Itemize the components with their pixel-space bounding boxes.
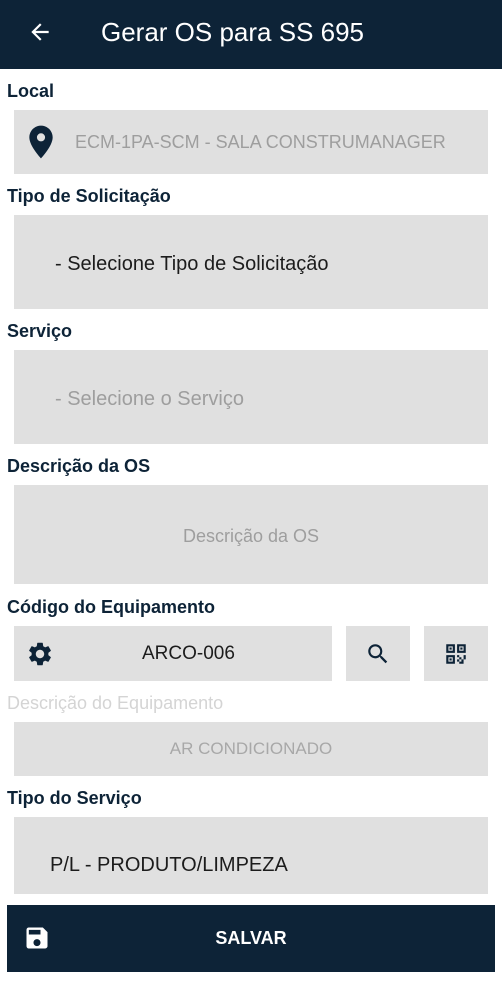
descricao-equipamento-label: Descrição do Equipamento	[7, 693, 224, 713]
tipo-solicitacao-label: Tipo de Solicitação	[7, 186, 171, 206]
codigo-equipamento-label: Código do Equipamento	[7, 597, 215, 617]
gear-icon	[29, 642, 51, 666]
servico-label: Serviço	[7, 321, 73, 341]
codigo-equipamento-value: ARCO-006	[142, 643, 235, 664]
tipo-servico-label: Tipo do Serviço	[7, 788, 142, 808]
servico-select[interactable]: - Selecione o Serviço	[14, 350, 488, 444]
save-button[interactable]: SALVAR	[7, 905, 495, 972]
back-button[interactable]	[22, 14, 58, 50]
qr-scan-button[interactable]	[424, 626, 488, 681]
descricao-os-input[interactable]: Descrição da OS	[14, 485, 488, 584]
qr-code-icon	[446, 643, 466, 664]
arrow-left-icon	[31, 23, 49, 41]
descricao-os-placeholder: Descrição da OS	[182, 526, 320, 546]
tipo-servico-select[interactable]: P/L - PRODUTO/LIMPEZA	[14, 817, 488, 894]
location-pin-icon	[29, 125, 53, 159]
tipo-servico-value: P/L - PRODUTO/LIMPEZA	[50, 854, 288, 876]
codigo-equipamento-input[interactable]: ARCO-006	[14, 626, 332, 681]
local-label: Local	[7, 81, 55, 101]
save-button-label: SALVAR	[215, 928, 287, 948]
page-title: Gerar OS para SS 695	[101, 17, 365, 47]
tipo-solicitacao-value: - Selecione Tipo de Solicitação	[55, 253, 329, 275]
tipo-solicitacao-select[interactable]: - Selecione Tipo de Solicitação	[14, 215, 488, 309]
descricao-os-label: Descrição da OS	[7, 456, 151, 476]
app-bar: Gerar OS para SS 695	[0, 0, 502, 69]
descricao-equipamento-field: AR CONDICIONADO	[14, 722, 488, 776]
local-field: ECM-1PA-SCM - SALA CONSTRUMANAGER	[14, 110, 488, 174]
search-icon	[368, 643, 388, 663]
descricao-equipamento-value: AR CONDICIONADO	[169, 739, 333, 758]
local-value: ECM-1PA-SCM - SALA CONSTRUMANAGER	[75, 132, 446, 152]
search-equipment-button[interactable]	[346, 626, 410, 681]
servico-placeholder: - Selecione o Serviço	[55, 388, 244, 410]
